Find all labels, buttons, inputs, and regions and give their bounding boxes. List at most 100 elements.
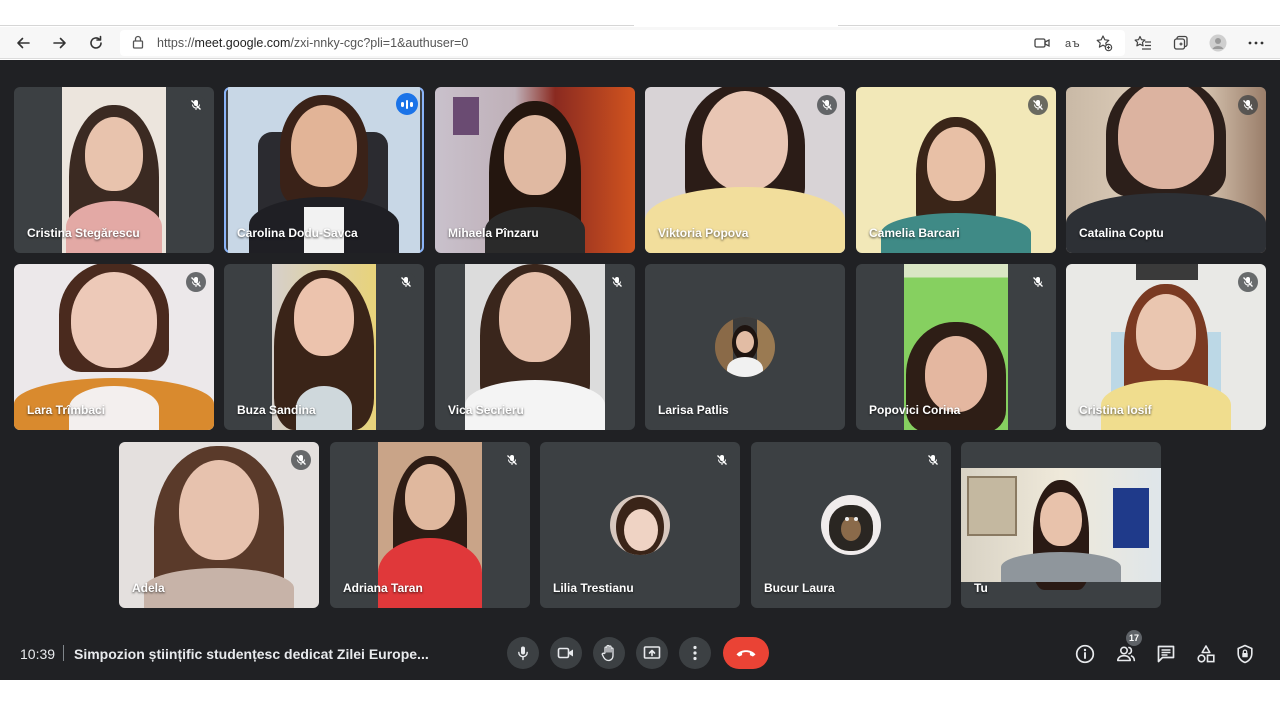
participant-name: Adela xyxy=(132,581,165,595)
activities-button[interactable] xyxy=(1194,642,1218,666)
participant-count-badge: 17 xyxy=(1126,630,1143,646)
participant-tile[interactable]: Lara Trîmbaci xyxy=(14,264,214,430)
hand-icon xyxy=(601,644,614,662)
participant-name: Mihaela Pînzaru xyxy=(448,226,539,240)
participant-avatar xyxy=(821,495,881,555)
profile-button[interactable] xyxy=(1206,31,1230,55)
meet-stage: Cristina Stegărescu Carolina Dodu-Savca … xyxy=(0,60,1280,680)
participant-name: Lara Trîmbaci xyxy=(27,403,106,417)
participant-tile[interactable]: Vica Secrieru xyxy=(435,264,635,430)
microphone-button[interactable] xyxy=(507,637,539,669)
participant-name: Vica Secrieru xyxy=(448,403,524,417)
forward-button[interactable] xyxy=(48,31,72,55)
self-video xyxy=(961,468,1161,590)
back-button[interactable] xyxy=(11,31,35,55)
favorites-icon xyxy=(1134,35,1151,50)
participant-name: Camelia Barcari xyxy=(869,226,960,240)
participant-tile[interactable]: Cristina Iosif xyxy=(1066,264,1266,430)
participant-avatar xyxy=(715,317,775,377)
participant-tile[interactable]: Bucur Laura xyxy=(751,442,951,608)
muted-mic-icon xyxy=(607,272,627,292)
participant-tile[interactable]: Lilia Trestianu xyxy=(540,442,740,608)
arrow-right-icon xyxy=(53,37,66,49)
participant-tile[interactable]: Adriana Taran xyxy=(330,442,530,608)
chat-icon xyxy=(1157,645,1175,663)
phone-hangup-icon xyxy=(736,650,756,657)
more-vertical-icon xyxy=(693,645,697,661)
camera-button[interactable] xyxy=(550,637,582,669)
present-screen-icon xyxy=(643,646,661,659)
address-bar[interactable]: https://meet.google.com/zxi-nnky-cgc?pli… xyxy=(120,30,1125,56)
participant-tile[interactable]: Camelia Barcari xyxy=(856,87,1056,253)
host-controls-button[interactable] xyxy=(1233,642,1257,666)
participant-tile[interactable]: Carolina Dodu-Savca xyxy=(224,87,424,253)
people-icon xyxy=(1117,646,1136,662)
meeting-clock: 10:39 xyxy=(20,646,56,662)
lock-icon xyxy=(132,35,144,49)
collections-button[interactable] xyxy=(1169,31,1193,55)
participant-name: Tu xyxy=(974,581,988,595)
participant-tile[interactable]: Cristina Stegărescu xyxy=(14,87,214,253)
participant-name: Buza Sandina xyxy=(237,403,316,417)
url-host: meet.google.com xyxy=(194,36,291,50)
participant-name: Cristina Stegărescu xyxy=(27,226,140,240)
chat-button[interactable] xyxy=(1154,642,1178,666)
participant-avatar xyxy=(610,495,670,555)
raise-hand-button[interactable] xyxy=(593,637,625,669)
divider xyxy=(63,645,64,661)
activities-icon xyxy=(1197,645,1215,663)
muted-mic-icon xyxy=(396,272,416,292)
collections-icon xyxy=(1173,35,1188,50)
shield-lock-icon xyxy=(1237,644,1253,664)
reload-icon xyxy=(90,35,102,49)
reload-button[interactable] xyxy=(84,31,108,55)
muted-mic-icon xyxy=(502,450,522,470)
participant-name: Larisa Patlis xyxy=(658,403,729,417)
muted-mic-icon xyxy=(923,450,943,470)
camera-permission-button[interactable] xyxy=(1030,31,1054,55)
muted-mic-icon xyxy=(712,450,732,470)
browser-tab-strip xyxy=(0,0,1280,27)
video-camera-icon xyxy=(1034,38,1050,48)
participant-tile[interactable]: Mihaela Pînzaru xyxy=(435,87,635,253)
speaking-indicator-icon xyxy=(396,93,418,115)
participant-name: Lilia Trestianu xyxy=(553,581,634,595)
star-plus-icon xyxy=(1096,35,1113,52)
profile-avatar-icon xyxy=(1209,34,1227,52)
participant-tile[interactable]: Larisa Patlis xyxy=(645,264,845,430)
muted-mic-icon xyxy=(291,450,311,470)
favorites-button[interactable] xyxy=(1131,31,1155,55)
tab-divider xyxy=(0,25,634,26)
participant-name: Bucur Laura xyxy=(764,581,835,595)
participant-name: Catalina Coptu xyxy=(1079,226,1164,240)
browser-menu-button[interactable] xyxy=(1244,31,1268,55)
muted-mic-icon xyxy=(186,272,206,292)
url-path: /zxi-nnky-cgc?pli=1&authuser=0 xyxy=(290,36,469,50)
muted-mic-icon xyxy=(1238,272,1258,292)
participant-tile[interactable]: Viktoria Popova xyxy=(645,87,845,253)
microphone-icon xyxy=(518,646,528,661)
self-view-tile[interactable]: Tu xyxy=(961,442,1161,608)
more-options-button[interactable] xyxy=(679,637,711,669)
svg-text:ъ: ъ xyxy=(1072,37,1080,50)
meeting-details-button[interactable] xyxy=(1073,642,1097,666)
participant-tile[interactable]: Adela xyxy=(119,442,319,608)
participant-name: Carolina Dodu-Savca xyxy=(237,226,358,240)
participant-tile[interactable]: Buza Sandina xyxy=(224,264,424,430)
tab-divider xyxy=(838,25,1280,26)
muted-mic-icon xyxy=(186,95,206,115)
meeting-title: Simpozion științific studențesc dedicat … xyxy=(74,646,429,662)
muted-mic-icon xyxy=(817,95,837,115)
more-horizontal-icon xyxy=(1248,41,1264,45)
participant-tile[interactable]: Popovici Corina xyxy=(856,264,1056,430)
present-screen-button[interactable] xyxy=(636,637,668,669)
muted-mic-icon xyxy=(1238,95,1258,115)
translate-button[interactable]: aъ xyxy=(1062,31,1086,55)
add-favorite-button[interactable] xyxy=(1092,31,1116,55)
muted-mic-icon xyxy=(1028,95,1048,115)
url-prefix: https:// xyxy=(157,36,195,50)
read-aloud-icon: aъ xyxy=(1065,37,1080,50)
participant-name: Adriana Taran xyxy=(343,581,423,595)
participant-tile[interactable]: Catalina Coptu xyxy=(1066,87,1266,253)
leave-call-button[interactable] xyxy=(723,637,769,669)
